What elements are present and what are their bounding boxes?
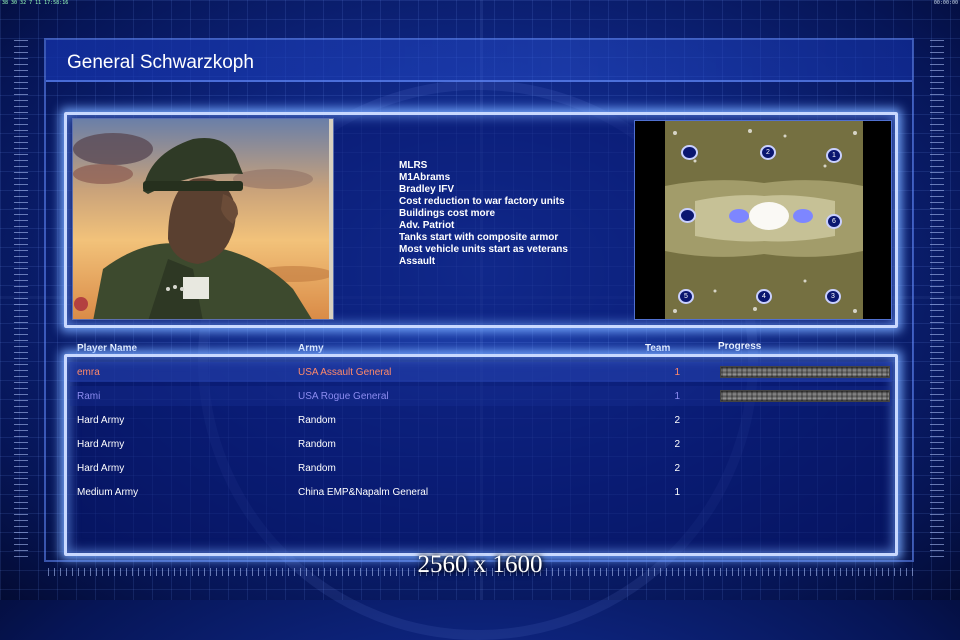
player-name: emra — [77, 367, 100, 378]
column-header-army: Army — [298, 343, 324, 354]
player-progress-bar — [720, 366, 890, 378]
player-team: 2 — [674, 415, 680, 426]
player-team: 1 — [674, 391, 680, 402]
player-name: Rami — [77, 391, 101, 402]
status-bar-clock: 00:00:00 — [933, 0, 958, 6]
player-team: 1 — [674, 367, 680, 378]
player-army: China EMP&Napalm General — [298, 487, 429, 498]
column-header-progress: Progress — [718, 341, 762, 352]
player-army: USA Rogue General — [298, 391, 389, 402]
map-slot-5[interactable]: 5 — [678, 289, 694, 304]
bonus-item: M1Abrams — [399, 172, 451, 183]
player-name: Medium Army — [77, 487, 139, 498]
bonus-item: Cost reduction to war factory units — [399, 196, 565, 207]
player-team: 2 — [674, 439, 680, 450]
bonus-item: Most vehicle units start as veterans — [399, 244, 568, 255]
bonus-item: Adv. Patriot — [399, 220, 455, 231]
status-bar: 38 30 32 7 11 17:58:16 00:00:00 — [0, 0, 960, 6]
general-bonuses-list: MLRS M1Abrams Bradley IFV Cost reduction… — [399, 160, 568, 268]
column-header-team: Team — [645, 343, 671, 354]
resolution-label: 2560 x 1600 — [417, 551, 543, 578]
table-row: Hard Army Random 2 — [70, 410, 892, 430]
general-portrait — [72, 118, 334, 320]
table-row: emra USA Assault General 1 — [70, 362, 892, 382]
player-team: 1 — [674, 487, 680, 498]
player-army: USA Assault General — [298, 367, 392, 378]
status-bar-left: 38 30 32 7 11 17:58:16 — [2, 0, 69, 6]
table-row: Hard Army Random 2 — [70, 434, 892, 454]
map-slot-empty-w[interactable] — [679, 208, 696, 223]
map-slot-4[interactable]: 4 — [756, 289, 772, 304]
players-table-panel — [64, 354, 898, 556]
bonus-item: Buildings cost more — [399, 208, 496, 219]
map-slot-empty-nw[interactable] — [681, 145, 698, 160]
map-slot-6[interactable]: 6 — [826, 214, 842, 229]
player-army: Random — [298, 415, 336, 426]
player-name: Hard Army — [77, 439, 125, 450]
table-row: Rami USA Rogue General 1 — [70, 386, 892, 406]
map-slot-2[interactable]: 2 — [760, 145, 776, 160]
bonus-item: Assault — [399, 256, 436, 267]
player-name: Hard Army — [77, 463, 125, 474]
map-slot-1[interactable]: 1 — [826, 148, 842, 163]
player-army: Random — [298, 439, 336, 450]
frame-ticks-left — [14, 40, 28, 560]
player-progress-bar — [720, 390, 890, 402]
player-name: Hard Army — [77, 415, 125, 426]
general-name-title: General Schwarzkoph — [67, 52, 254, 73]
bonus-item: Tanks start with composite armor — [399, 232, 559, 243]
table-row: Medium Army China EMP&Napalm General 1 — [70, 482, 892, 502]
frame-ticks-right — [930, 40, 944, 560]
bonus-item: MLRS — [399, 160, 428, 171]
player-army: Random — [298, 463, 336, 474]
player-team: 2 — [674, 463, 680, 474]
map-slot-3[interactable]: 3 — [825, 289, 841, 304]
table-row: Hard Army Random 2 — [70, 458, 892, 478]
column-header-player-name: Player Name — [77, 343, 138, 354]
bonus-item: Bradley IFV — [399, 184, 455, 195]
